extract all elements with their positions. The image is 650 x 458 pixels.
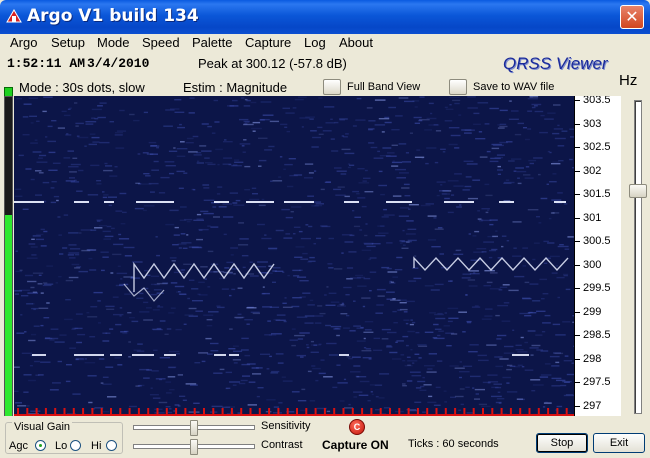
scale-label: 298 <box>583 352 602 365</box>
estim-label: Estim : Magnitude <box>183 80 288 95</box>
frequency-slider-track[interactable] <box>634 100 642 414</box>
lo-radio[interactable] <box>70 440 81 451</box>
scale-tick <box>575 288 580 289</box>
full-band-view-label[interactable]: Full Band View <box>347 81 420 93</box>
scale-label: 298.5 <box>583 329 611 341</box>
visual-gain-group: Visual Gain Agc Lo Hi <box>5 421 123 454</box>
visual-gain-title: Visual Gain <box>12 421 73 433</box>
contrast-slider-thumb[interactable] <box>190 439 198 455</box>
hi-label[interactable]: Hi <box>91 440 101 452</box>
scale-label: 303 <box>583 117 602 130</box>
scale-label: 302 <box>583 164 602 177</box>
scale-label: 297.5 <box>583 376 611 388</box>
scale-label: 302.5 <box>583 141 611 153</box>
save-wav-label[interactable]: Save to WAV file <box>473 81 554 93</box>
clock-time: 1:52:11 AM <box>7 56 86 71</box>
menu-bar: Argo Setup Mode Speed Palette Capture Lo… <box>3 34 647 52</box>
frequency-scale: 303.5 303 302.5 302 301.5 301 300.5 300 299.5 299… <box>574 96 621 416</box>
stop-button[interactable]: Stop <box>536 433 588 453</box>
exit-button[interactable]: Exit <box>593 433 645 453</box>
frequency-slider-thumb[interactable] <box>629 184 647 198</box>
scale-tick <box>575 335 580 336</box>
title-bar[interactable]: Argo V1 build 134 ✕ <box>0 0 650 34</box>
app-icon <box>6 9 22 23</box>
scale-label: 301 <box>583 211 602 224</box>
scale-label: 303.5 <box>583 96 611 106</box>
window-title: Argo V1 build 134 <box>27 6 199 26</box>
scale-tick <box>575 217 580 219</box>
scale-tick <box>575 194 580 195</box>
scale-label: 297 <box>583 399 602 412</box>
scale-tick <box>575 100 580 101</box>
waterfall-canvas <box>14 96 574 416</box>
scale-tick <box>575 382 580 383</box>
scale-tick <box>575 405 580 407</box>
spectrogram-waterfall[interactable] <box>14 96 574 416</box>
scale-label: 299.5 <box>583 282 611 294</box>
menu-mode[interactable]: Mode <box>97 35 130 50</box>
hi-radio[interactable] <box>106 440 117 451</box>
capture-indicator-icon: C <box>349 419 365 435</box>
menu-about[interactable]: About <box>339 35 373 50</box>
lo-label[interactable]: Lo <box>55 440 67 452</box>
close-button[interactable]: ✕ <box>620 5 644 29</box>
scale-tick <box>575 147 580 148</box>
clock-date: 3/4/2010 <box>87 56 150 71</box>
scale-tick <box>575 123 580 125</box>
scale-tick <box>575 311 580 313</box>
scale-label: 300.5 <box>583 235 611 247</box>
sensitivity-label: Sensitivity <box>261 420 311 432</box>
agc-label[interactable]: Agc <box>9 440 28 452</box>
agc-radio[interactable] <box>35 440 46 451</box>
audio-level-meter <box>4 96 13 418</box>
ticks-label: Ticks : 60 seconds <box>408 438 499 450</box>
menu-log[interactable]: Log <box>304 35 326 50</box>
menu-capture[interactable]: Capture <box>245 35 291 50</box>
scale-tick <box>575 170 580 172</box>
capture-status: Capture ON <box>322 438 389 452</box>
menu-speed[interactable]: Speed <box>142 35 180 50</box>
time-tick-marks <box>14 408 574 416</box>
close-icon: ✕ <box>625 7 639 26</box>
scale-tick <box>575 358 580 360</box>
peak-readout: Peak at 300.12 (-57.8 dB) <box>198 56 347 71</box>
scale-tick <box>575 264 580 266</box>
menu-argo[interactable]: Argo <box>10 35 37 50</box>
menu-setup[interactable]: Setup <box>51 35 85 50</box>
audio-level-fill <box>5 215 12 417</box>
control-panel: Visual Gain Agc Lo Hi Sensitivity Contra… <box>0 416 650 458</box>
scale-label: 300 <box>583 258 602 271</box>
save-wav-button[interactable] <box>449 79 467 95</box>
sensitivity-slider-thumb[interactable] <box>190 420 198 436</box>
menu-palette[interactable]: Palette <box>192 35 232 50</box>
mode-label: Mode : 30s dots, slow <box>19 80 145 95</box>
scale-label: 301.5 <box>583 188 611 200</box>
info-bar: 1:52:11 AM 3/4/2010 Peak at 300.12 (-57.… <box>3 52 647 96</box>
full-band-view-button[interactable] <box>323 79 341 95</box>
scale-tick <box>575 241 580 242</box>
scale-label: 299 <box>583 305 602 318</box>
brand-label: QRSS Viewer <box>503 54 608 73</box>
unit-label: Hz <box>619 72 638 89</box>
contrast-label: Contrast <box>261 439 303 451</box>
